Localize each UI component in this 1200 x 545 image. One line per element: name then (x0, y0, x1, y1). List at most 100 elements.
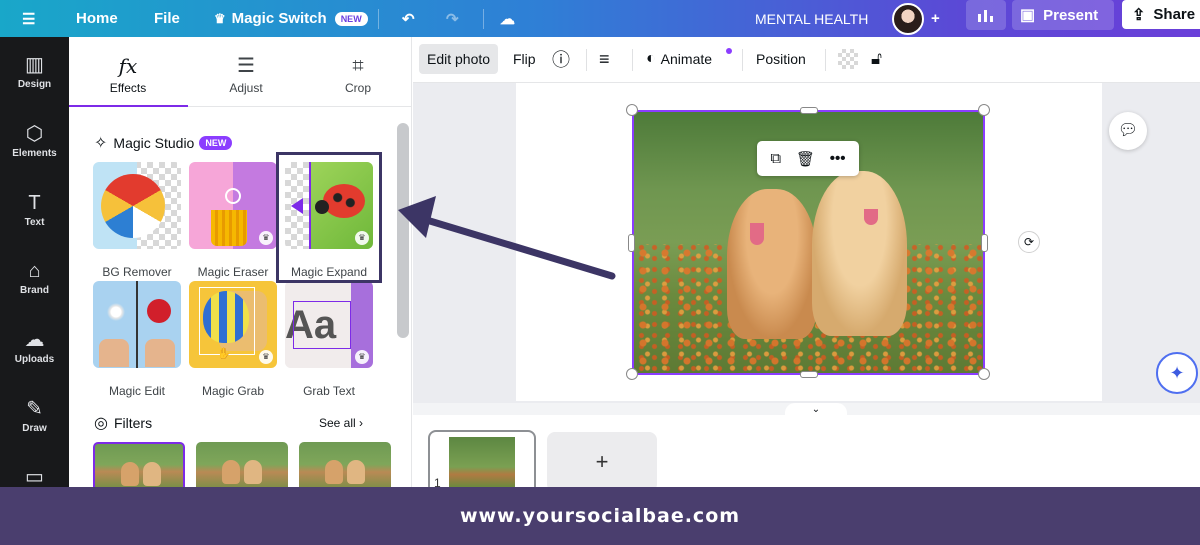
transparency-icon[interactable] (838, 49, 858, 69)
left-rail: ▥ Design ⬡ Elements T Text ⌂ Brand ☁ Upl… (0, 37, 69, 488)
rail-item-text[interactable]: T Text (0, 191, 69, 228)
tab-label: Crop (344, 81, 371, 95)
tool-thumbnail: Aa ♛ (285, 281, 373, 368)
file-menu-button[interactable]: File (154, 0, 180, 37)
magic-studio-heading: ✧ Magic Studio NEW (94, 133, 233, 153)
filters-heading: ◎ Filters (94, 413, 152, 433)
resize-handle[interactable] (800, 371, 818, 378)
present-icon: ▣ (1020, 7, 1036, 24)
present-label: Present (1043, 6, 1099, 24)
divider (742, 49, 743, 71)
rail-item-design[interactable]: ▥ Design (0, 53, 69, 90)
divider (825, 49, 826, 71)
uploads-icon: ☁ (24, 329, 45, 351)
panel-scrollbar[interactable] (397, 123, 409, 338)
add-comment-icon[interactable]: 💬︎ (1109, 112, 1147, 150)
tool-magic-edit[interactable]: Magic Edit (93, 281, 181, 398)
new-badge: NEW (199, 136, 233, 150)
fx-icon: fx (118, 54, 138, 78)
share-button[interactable]: ⇪ Share (1122, 0, 1200, 29)
resize-handle[interactable] (800, 107, 818, 114)
tool-magic-grab[interactable]: ✋ ♛ Magic Grab (189, 281, 277, 398)
info-icon[interactable]: ⓘ (552, 44, 570, 74)
rail-item-elements[interactable]: ⬡ Elements (0, 122, 69, 159)
annotation-highlight-box (276, 152, 382, 283)
rail-item-brand[interactable]: ⌂ Brand (0, 259, 69, 296)
new-indicator-dot (726, 48, 732, 54)
add-collaborator-icon[interactable]: + (931, 0, 940, 37)
crown-icon: ♛ (355, 350, 369, 364)
document-title[interactable]: MENTAL HEALTH (755, 0, 868, 37)
tab-crop[interactable]: ⌗ Crop (299, 37, 417, 107)
line-weight-icon[interactable]: ≡ (599, 44, 610, 74)
active-tab-indicator (69, 105, 188, 107)
flip-button[interactable]: Flip (513, 44, 536, 74)
tool-label: Magic Edit (108, 384, 166, 398)
add-page-button[interactable]: + (547, 432, 657, 492)
filter-thumbnail[interactable] (299, 442, 391, 492)
tool-label: Magic Eraser (197, 265, 269, 279)
magic-assistant-icon[interactable]: ✦ (1156, 352, 1198, 394)
tab-effects[interactable]: fx Effects (69, 37, 187, 107)
home-button[interactable]: Home (76, 0, 118, 37)
rail-item-draw[interactable]: ✎ Draw (0, 397, 69, 434)
filter-preview (121, 462, 139, 486)
watermark-footer: www.yoursocialbae.com (0, 487, 1200, 545)
chevron-right-icon: › (359, 416, 364, 430)
tool-label: Magic Grab (201, 384, 265, 398)
tool-magic-eraser[interactable]: ♛ Magic Eraser (189, 162, 277, 279)
animate-label: Animate (660, 51, 713, 67)
page-thumbnail-preview (449, 437, 515, 487)
new-badge: NEW (334, 11, 368, 26)
resize-handle[interactable] (628, 234, 635, 252)
edit-photo-button[interactable]: Edit photo (419, 44, 499, 74)
upload-icon: ⇪ (1132, 6, 1146, 24)
filter-preview (143, 462, 161, 486)
tool-grab-text[interactable]: Aa ♛ Grab Text (285, 281, 373, 398)
filters-icon: ◎ (94, 415, 108, 432)
divider (586, 49, 587, 71)
tab-label: Effects (109, 81, 147, 95)
duplicate-icon[interactable]: ⧉ (770, 150, 781, 167)
undo-icon[interactable]: ↶ (402, 0, 415, 37)
trash-icon[interactable]: 🗑︎ (796, 150, 815, 168)
resize-handle[interactable] (626, 104, 638, 116)
resize-handle[interactable] (978, 104, 990, 116)
more-options-icon[interactable]: ••• (830, 150, 846, 167)
resize-handle[interactable] (978, 368, 990, 380)
elements-icon: ⬡ (25, 123, 44, 145)
avatar[interactable] (892, 3, 924, 35)
tool-bg-remover[interactable]: BG Remover (93, 162, 181, 279)
magic-switch-button[interactable]: ♛ Magic Switch NEW (214, 0, 368, 37)
lock-icon[interactable]: 🔓︎ (871, 44, 882, 74)
filter-thumbnail[interactable] (196, 442, 288, 492)
divider (378, 9, 379, 29)
tool-thumbnail: ✋ ♛ (189, 281, 277, 368)
bar-chart-icon (978, 10, 993, 22)
rail-item-label: Design (17, 79, 52, 90)
tool-label: Grab Text (303, 384, 355, 398)
filter-thumbnail[interactable] (93, 442, 185, 492)
menu-icon[interactable]: ☰ (22, 0, 35, 37)
filter-preview (244, 460, 262, 484)
cloud-save-icon[interactable]: ☁ (500, 0, 515, 37)
crown-icon: ♛ (214, 10, 226, 26)
redo-icon[interactable]: ↷ (446, 0, 459, 37)
resize-handle[interactable] (981, 234, 988, 252)
animate-button[interactable]: ◐ Animate (646, 44, 732, 74)
crop-icon: ⌗ (352, 55, 364, 77)
resize-handle[interactable] (626, 368, 638, 380)
share-label: Share (1153, 6, 1196, 23)
element-context-menu: ⧉ 🗑︎ ••• (757, 141, 859, 176)
insights-button[interactable] (966, 0, 1006, 30)
magic-studio-title: Magic Studio (113, 135, 195, 151)
rail-item-uploads[interactable]: ☁ Uploads (0, 328, 69, 365)
tab-adjust[interactable]: ☰ Adjust (187, 37, 305, 107)
position-button[interactable]: Position (756, 44, 806, 74)
filters-title: Filters (113, 415, 153, 431)
see-all-label: See all (319, 416, 356, 430)
crown-icon: ♛ (259, 231, 273, 245)
see-all-filters-link[interactable]: See all › (319, 416, 363, 430)
present-button[interactable]: ▣ Present (1012, 0, 1114, 30)
rotate-icon[interactable]: ⟳ (1018, 231, 1040, 253)
